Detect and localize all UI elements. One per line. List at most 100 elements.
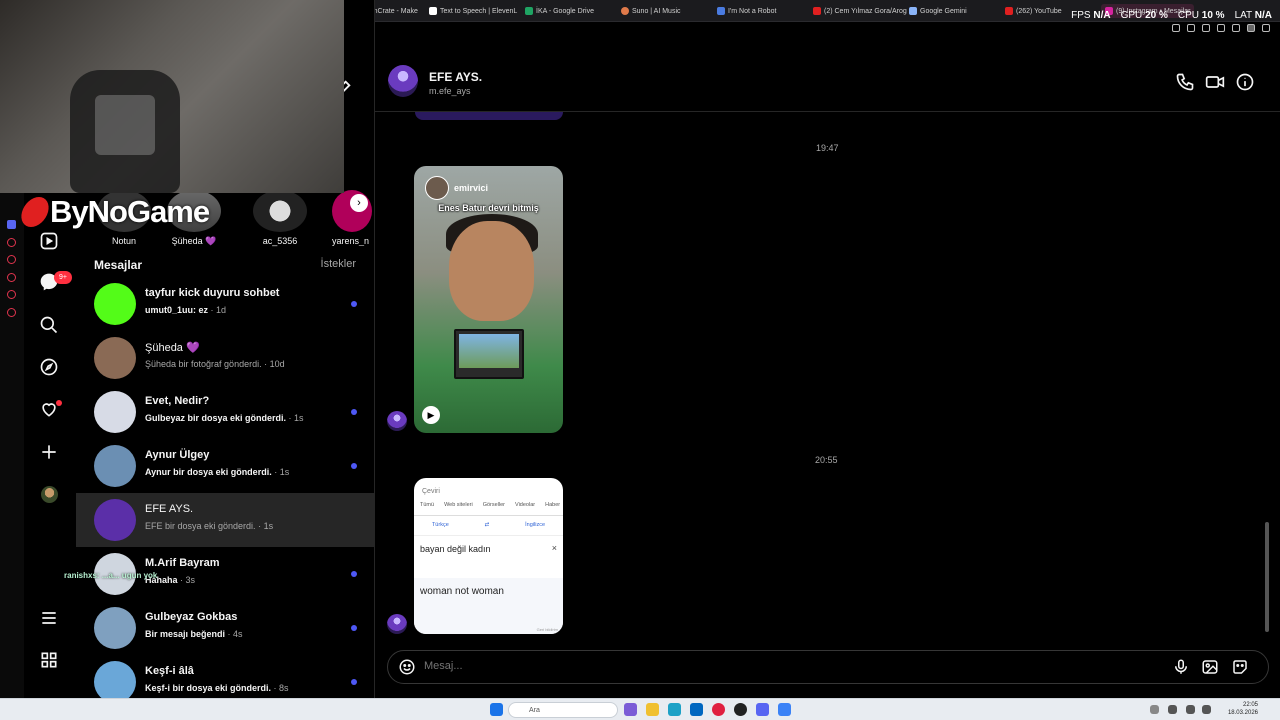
conversation-time: 1s xyxy=(263,521,274,531)
chat-name[interactable]: EFE AYS. xyxy=(429,70,482,84)
conversation-time: 1s xyxy=(279,467,290,477)
battery-icon[interactable] xyxy=(1202,705,1211,714)
info-icon[interactable] xyxy=(1235,72,1255,92)
instagram-icon[interactable] xyxy=(7,238,16,247)
separator: · xyxy=(271,467,280,477)
profile-icon[interactable] xyxy=(1247,24,1255,32)
shield-icon[interactable] xyxy=(1202,24,1210,32)
conversation-time: 1d xyxy=(216,305,227,315)
obs-icon[interactable] xyxy=(734,703,747,716)
conversation-row[interactable]: Aynur Ülgey Aynur bir dosya eki gönderdi.… xyxy=(76,439,375,493)
conversation-name: Aynur Ülgey xyxy=(145,449,210,461)
conversation-name: M.Arif Bayram xyxy=(145,557,220,569)
avatar xyxy=(387,411,407,431)
windows-start-icon[interactable] xyxy=(490,703,503,716)
translate-tabs: Tümü Web siteleri Görseller Videolar Hab… xyxy=(414,502,563,516)
avatar[interactable] xyxy=(388,65,418,97)
app-icon[interactable] xyxy=(778,703,791,716)
tray-icon[interactable] xyxy=(1150,705,1159,714)
separator: · xyxy=(208,305,217,315)
notification-badge: 9+ xyxy=(54,271,72,284)
conversation-time: 4s xyxy=(233,629,243,639)
messages-header: Mesajlar xyxy=(94,258,143,272)
browser-tab[interactable]: Suno | AI Music xyxy=(621,4,681,18)
browser-tab[interactable]: Google Gemini xyxy=(909,4,967,18)
unread-dot xyxy=(351,571,357,577)
avatar xyxy=(94,391,136,433)
conversation-name: Keşf-i âlâ xyxy=(145,665,194,677)
separator: · xyxy=(225,629,234,639)
threads-icon[interactable] xyxy=(38,649,60,671)
shared-reel[interactable]: emirvici Enes Batur devri bitmiş ▶ xyxy=(414,166,563,433)
translate-languages: Türkçe ⇄ İngilizce xyxy=(414,522,563,536)
requests-link[interactable]: İstekler xyxy=(321,258,356,270)
conversation-row[interactable]: Şüheda 💜 Şüheda bir fotoğraf gönderdi. · … xyxy=(76,331,375,385)
youtube-icon xyxy=(813,7,821,15)
taskbar-clock[interactable]: 22:05 18.03.2026 xyxy=(1228,701,1258,717)
play-icon[interactable]: ▶ xyxy=(422,406,440,424)
taskbar-search[interactable]: Ara xyxy=(508,702,618,718)
heart-icon[interactable] xyxy=(1232,24,1240,32)
story-item[interactable]: ac_5356 xyxy=(250,190,310,246)
sticker-icon[interactable] xyxy=(1231,658,1249,676)
avatar xyxy=(94,283,136,325)
browser-tab[interactable]: I'm Not a Robot xyxy=(717,4,776,18)
create-icon[interactable] xyxy=(38,441,60,463)
settings-icon[interactable] xyxy=(7,308,16,317)
copilot-icon[interactable] xyxy=(624,703,637,716)
unread-dot xyxy=(351,625,357,631)
store-icon[interactable] xyxy=(690,703,703,716)
conversation-time: 3s xyxy=(185,575,196,585)
reels-icon[interactable] xyxy=(38,230,60,252)
volume-icon[interactable] xyxy=(1186,705,1195,714)
tab-favicon-icon xyxy=(717,7,725,15)
translate-search-bar: Çeviri xyxy=(422,487,440,495)
search-icon[interactable] xyxy=(38,314,60,336)
browser-tab[interactable]: (262) YouTube xyxy=(1005,4,1062,18)
phone-icon[interactable] xyxy=(1175,72,1195,92)
discord-icon[interactable] xyxy=(7,220,16,229)
browser-tab[interactable]: (2) Cem Yılmaz Gora/Arog xyxy=(813,4,907,18)
emoji-icon[interactable] xyxy=(398,658,416,676)
star-icon[interactable] xyxy=(1217,24,1225,32)
menu-icon[interactable] xyxy=(38,607,60,629)
chat-scrollbar[interactable] xyxy=(1265,522,1269,632)
image-icon[interactable] xyxy=(1201,658,1219,676)
conversation-row[interactable]: EFE AYS. EFE bir dosya eki gönderdi. · 1s xyxy=(76,493,375,547)
network-icon[interactable] xyxy=(1168,705,1177,714)
translate-output: woman not woman Geri bildirim xyxy=(414,578,563,634)
conversation-row[interactable]: tayfur kick duyuru sohbet umut0_1uu: ez ·… xyxy=(76,277,375,331)
reel-caption: Enes Batur devri bitmiş xyxy=(438,203,539,213)
zoom-icon[interactable] xyxy=(1172,24,1180,32)
browser-tab[interactable]: Text to Speech | ElevenL xyxy=(429,4,517,18)
conversation-preview: Şüheda bir fotoğraf gönderdi. · 10d xyxy=(145,359,285,369)
edge-icon[interactable] xyxy=(668,703,681,716)
reel-username: emirvici xyxy=(454,183,489,193)
music-icon[interactable] xyxy=(7,290,16,299)
previous-message-bubble xyxy=(415,112,563,120)
stream-chat-overlay: ranishxs: ...a... ugun yok xyxy=(64,571,158,580)
microphone-icon[interactable] xyxy=(1172,658,1190,676)
message-composer xyxy=(387,650,1269,684)
profile-avatar[interactable] xyxy=(38,483,60,505)
webcam-overlay xyxy=(0,0,344,193)
explore-icon[interactable] xyxy=(38,356,60,378)
youtube-icon[interactable] xyxy=(7,255,16,264)
logo-text: ByNoGame xyxy=(50,194,210,229)
message-input[interactable] xyxy=(424,660,1124,672)
browser-tab[interactable]: İKA - Google Drive xyxy=(525,4,594,18)
logo-mark-icon xyxy=(17,197,53,227)
file-explorer-icon[interactable] xyxy=(646,703,659,716)
separator: · xyxy=(286,413,295,423)
conversation-row[interactable]: Evet, Nedir? Gulbeyaz bir dosya eki gönde… xyxy=(76,385,375,439)
menu-icon[interactable] xyxy=(1262,24,1270,32)
video-call-icon[interactable] xyxy=(1205,72,1225,92)
chevron-right-icon[interactable]: › xyxy=(350,194,368,212)
opera-icon[interactable] xyxy=(712,703,725,716)
history-icon[interactable] xyxy=(7,273,16,282)
discord-icon[interactable] xyxy=(756,703,769,716)
extension-icon[interactable] xyxy=(1187,24,1195,32)
shared-image-translate[interactable]: Çeviri Tümü Web siteleri Görseller Video… xyxy=(414,478,563,634)
conversation-name: tayfur kick duyuru sohbet xyxy=(145,287,280,299)
conversation-row[interactable]: Gulbeyaz Gokbas Bir mesajı beğendi · 4s xyxy=(76,601,375,655)
